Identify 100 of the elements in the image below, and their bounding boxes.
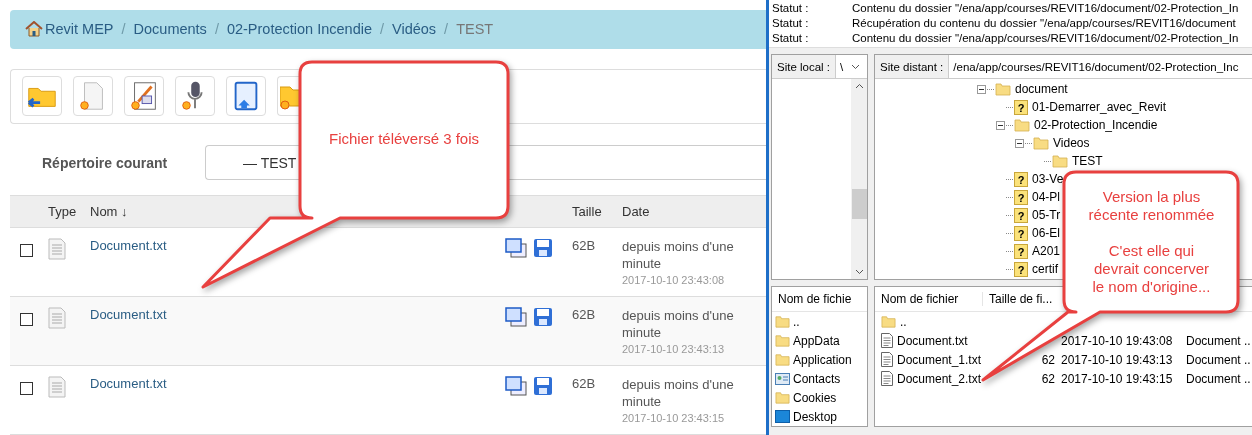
callout-text: Version la plus récente renommée [1088,188,1215,224]
folder-icon [775,390,790,405]
status-label: Statut : [772,16,810,31]
question-icon: ? [1014,189,1028,205]
collapse-toggle[interactable] [996,120,1005,130]
file-name[interactable]: Cookies [793,390,837,405]
save-icon[interactable] [533,307,553,327]
breadcrumb-separator: / [444,21,449,38]
status-message: Contenu du dossier "/ena/app/courses/REVIT16/document/02-Protection_In [852,1,1240,16]
timestamp: 2017-10-10 23:43:08 [622,274,726,286]
column-header[interactable]: Taille [572,204,602,219]
breadcrumb-separator: / [121,21,126,38]
question-icon: ? [1014,225,1028,241]
file-name[interactable]: .. [793,314,800,329]
toolbar-button[interactable] [277,76,301,117]
tree-item[interactable]: 06-El [1032,226,1060,240]
breadcrumb-link[interactable]: 02-Protection Incendie [226,21,372,38]
home-icon [25,21,43,38]
text-file-icon [881,352,893,367]
save-icon[interactable] [533,238,553,258]
timestamp: 2017-10-10 23:43:15 [622,412,726,424]
remote-site-field[interactable]: /ena/app/courses/REVIT16/document/02-Protection_Inc [948,55,1252,78]
collapse-toggle[interactable] [977,84,986,94]
save-icon[interactable] [533,376,553,396]
toolbar-button[interactable] [124,76,164,117]
file-name[interactable]: Contacts [793,371,841,386]
modified-date: 2017-10-10 19:43:13 [1061,352,1174,367]
field-label: Site local : [776,59,832,75]
timestamp: 2017-10-10 23:43:13 [622,343,726,355]
tree-item[interactable]: Videos [1053,136,1090,150]
breadcrumb-link[interactable]: Revit MEP [25,21,114,38]
callout-text: Fichier téléversé 3 fois [328,130,480,148]
status-message: Récupération du contenu du dossier "/ena/app/courses/REVIT16/document [852,16,1237,31]
file-name[interactable]: Document.txt [897,333,968,348]
file-name[interactable]: Desktop [793,409,838,424]
status-label: Statut : [772,1,810,16]
column-header[interactable]: Nom ↓ [90,204,128,219]
column-header[interactable]: Nom de fichier [881,292,959,306]
file-type: Document .. [1186,333,1252,348]
tree-item[interactable]: 05-Tr [1032,208,1061,222]
vertical-scrollbar[interactable] [851,79,867,279]
question-icon: ? [1014,243,1028,259]
folder-icon [881,314,896,329]
text-file-icon [881,333,893,348]
tree-item[interactable]: 03-Ve [1032,172,1064,186]
tree-item[interactable]: A201 [1032,244,1061,258]
question-icon: ? [1014,99,1028,115]
field-label: Site distant : [879,59,945,75]
file-size: 62 [1040,371,1056,386]
column-header[interactable]: Date [622,204,650,219]
file-size: 62B [572,238,596,253]
breadcrumb-link[interactable]: Vidéos [392,21,437,38]
file-type: Document .. [1186,352,1252,367]
contact-card-icon [775,372,790,385]
relative-time: depuis moins d'une minute [622,307,735,341]
copy-icon[interactable] [505,376,527,396]
tree-item[interactable]: certif [1032,262,1058,276]
row-checkbox[interactable] [20,244,33,257]
tree-item[interactable]: 02-Protection_Incendie [1034,118,1158,132]
file-name[interactable]: Document_1.txt [897,352,982,367]
relative-time: depuis moins d'une minute [622,238,735,272]
column-header[interactable]: Nom de fichie [778,292,852,306]
breadcrumb-link[interactable]: Documents [133,21,207,38]
copy-icon[interactable] [505,238,527,258]
file-name[interactable]: Application [793,352,852,367]
arrow-down-icon[interactable] [854,269,864,275]
arrow-up-icon[interactable] [854,83,864,89]
file-link[interactable]: Document.txt [90,238,167,253]
breadcrumb-separator: / [214,21,219,38]
file-name[interactable]: AppData [793,333,840,348]
file-name[interactable]: .. [900,314,907,329]
question-icon: ? [1014,171,1028,187]
local-site-combo[interactable]: \ [835,55,867,78]
file-link[interactable]: Document.txt [90,307,167,322]
tree-item[interactable]: document [1015,82,1068,96]
toolbar-button[interactable] [175,76,215,117]
tree-item[interactable]: 04-Pl [1032,190,1060,204]
chevron-down-icon [851,63,861,70]
scrollbar-thumb[interactable] [851,189,867,219]
folder-icon [1014,117,1030,133]
desktop-icon [775,410,790,423]
status-message: Contenu du dossier "/ena/app/courses/REVIT16/document/02-Protection_In [852,31,1240,46]
status-label: Statut : [772,31,810,46]
row-checkbox[interactable] [20,313,33,326]
column-header[interactable]: Taille de fi... [989,292,1053,306]
file-size: 62B [572,307,596,322]
toolbar-button[interactable] [226,76,266,117]
row-checkbox[interactable] [20,382,33,395]
toolbar-button[interactable] [22,76,62,117]
question-icon: ? [1014,207,1028,223]
copy-icon[interactable] [505,307,527,327]
file-link[interactable]: Document.txt [90,376,167,391]
file-size: 62 [1040,352,1056,367]
modified-date: 2017-10-10 19:43:15 [1061,371,1174,386]
collapse-toggle[interactable] [1015,138,1024,148]
tree-item[interactable]: 01-Demarrer_avec_Revit [1032,100,1167,114]
folder-icon [775,314,790,329]
tree-item[interactable]: TEST [1072,154,1103,168]
file-name[interactable]: Document_2.txt [897,371,982,386]
column-header[interactable]: Type [48,204,77,219]
